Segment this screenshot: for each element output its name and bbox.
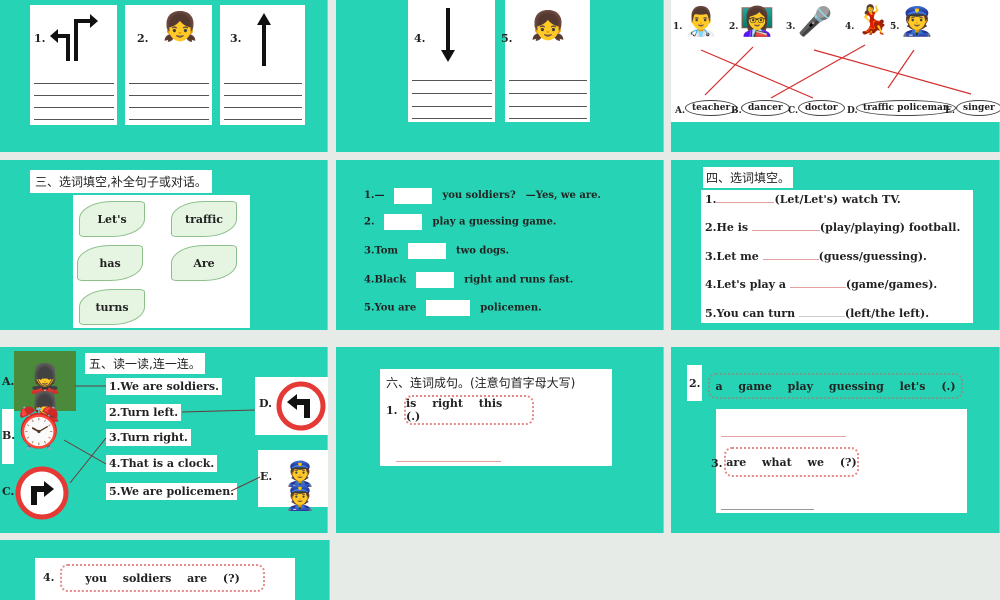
word-cloud-doctor: doctor [798, 100, 845, 116]
turn-left-sign-icon [276, 381, 326, 431]
exercise-panel: 1. (Let/Let's) watch TV. 2.He is (play/pl… [701, 190, 973, 323]
policemen-card: E. 👮👮 [258, 450, 328, 512]
section-title: 三、选词填空,补全句子或对话。 [30, 170, 212, 193]
word-leaf: traffic [171, 201, 237, 237]
question-number: 3. [711, 457, 723, 470]
word-cloud-teacher: teacher [685, 100, 738, 116]
turn-arrows-icon [50, 14, 98, 61]
slide-9[interactable]: 2. a game play guessing let's (.) 3. are… [671, 347, 1000, 533]
word-leaf: Let's [79, 201, 145, 237]
slide-1[interactable]: 1. 2. 👧 3. [0, 0, 328, 152]
question-number: 1. [386, 404, 398, 417]
answer-blank[interactable] [798, 316, 845, 317]
question-number: 4. [43, 571, 55, 584]
scrambled-words-4: you soldiers are (?) [60, 564, 265, 592]
sentence-1: 1.We are soldiers. [106, 378, 222, 395]
turn-left-sign-card: D. [255, 377, 328, 435]
pic-label-d: D. [259, 397, 272, 410]
answer-blank[interactable] [751, 230, 820, 231]
slide-3[interactable]: 1. 👨‍⚕️ 2. 👩‍🏫 3. 🎤 4. 💃 5. 👮 A. teacher… [671, 0, 1000, 152]
girl-waving-icon: 👧 [530, 9, 566, 42]
pic-label-e: E. [260, 470, 273, 483]
exercise-panel: 六、连词成句。(注意句首字母大写) 1. is right this (.) [380, 369, 612, 466]
section-title: 四、选词填空。 [703, 167, 794, 188]
answer-blank[interactable] [789, 287, 846, 288]
sentence-3: 3.Let me (guess/guessing). [705, 250, 927, 263]
picture-card-5: 5. 👧 [501, 0, 590, 122]
word-bank: Let's traffic has Are turns [73, 195, 250, 328]
word-leaf: Are [171, 245, 237, 281]
sentence-1: 1.— you soldiers? —Yes, we are. [364, 186, 601, 204]
answer-blank[interactable] [416, 272, 455, 288]
sentence-4: 4.That is a clock. [106, 455, 218, 472]
answer-blank[interactable] [762, 259, 819, 260]
answer-blank[interactable] [407, 243, 446, 259]
picture-card-4: 4. [408, 0, 495, 122]
soldiers-picture: 💂💂 [14, 351, 76, 421]
sentence-4: 4.Black right and runs fast. [364, 272, 573, 288]
answer-panel: 3. are what we (?) [711, 409, 967, 513]
item-number: 5. [501, 32, 513, 45]
sentence-3: 3.Tom two dogs. [364, 243, 509, 259]
word-cloud-traffic-policeman: traffic policeman [856, 100, 957, 116]
answer-blank[interactable] [426, 300, 471, 316]
alarm-clock-icon: ⏰ [14, 405, 64, 452]
turn-right-sign-icon [15, 466, 69, 520]
answer-blank[interactable] [716, 202, 775, 203]
scrambled-words-3: are what we (?) [724, 447, 859, 477]
answer-line[interactable] [396, 461, 501, 462]
slide-4[interactable]: 三、选词填空,补全句子或对话。 Let's traffic has Are tu… [0, 160, 328, 330]
sentence-1: 1. (Let/Let's) watch TV. [705, 193, 901, 206]
slide-8[interactable]: 六、连词成句。(注意句首字母大写) 1. is right this (.) [336, 347, 664, 533]
section-title: 五、读一读,连一连。 [85, 353, 205, 374]
word-leaf: has [77, 245, 143, 281]
answer-line[interactable] [721, 509, 814, 510]
word-cloud-dancer: dancer [741, 100, 790, 116]
answer-line[interactable] [721, 436, 846, 437]
section-title: 六、连词成句。(注意句首字母大写) [386, 376, 576, 390]
slide-7[interactable]: 💂💂 A. ⏰ B. C. 五、读一读,连一连。 1.We are soldie… [0, 347, 328, 533]
pic-label-a: A. [2, 375, 15, 388]
slide-6[interactable]: 四、选词填空。 1. (Let/Let's) watch TV. 2.He is … [671, 160, 1000, 330]
sentence-5: 5.You are policemen. [364, 300, 542, 316]
pic-label-b: B. [2, 429, 16, 442]
scrambled-words-2: a game play guessing let's (.) [708, 373, 963, 399]
item-number: 2. [137, 32, 149, 45]
sentence-2: 2.He is (play/playing) football. [705, 221, 961, 234]
item-number: 4. [414, 32, 426, 45]
sentence-2: 2.Turn left. [106, 404, 182, 421]
option-letter: C. [788, 106, 799, 116]
policemen-icon: 👮👮 [285, 459, 315, 512]
question-number: 2. [689, 377, 701, 390]
answer-blank[interactable] [394, 187, 433, 204]
picture-card-1: 1. [30, 5, 117, 125]
answer-blank[interactable] [384, 214, 423, 230]
option-letter: A. [675, 106, 686, 116]
picture-card-3: 3. [220, 5, 305, 125]
pic-label-c: C. [2, 485, 15, 498]
slide-2[interactable]: 4. 5. 👧 [336, 0, 664, 152]
girl-waving-icon: 👧 [162, 10, 198, 43]
sentence-2: 2. play a guessing game. [364, 214, 556, 230]
option-letter: E. [945, 106, 955, 116]
item-number: 3. [230, 32, 242, 45]
sentence-5: 5.You can turn (left/the left). [705, 307, 930, 320]
word-cloud-singer: singer [956, 100, 1000, 116]
up-arrow-icon [257, 13, 271, 66]
slide-5[interactable]: 1.— you soldiers? —Yes, we are. 2. play a … [336, 160, 664, 330]
sentence-3: 3.Turn right. [106, 429, 191, 446]
down-arrow-icon [441, 8, 455, 62]
picture-card-2: 2. 👧 [125, 5, 212, 125]
sentence-5: 5.We are policemen. [106, 483, 238, 500]
word-leaf: turns [79, 289, 145, 325]
sentence-4: 4.Let's play a (game/games). [705, 278, 938, 291]
exercise-panel: 4. you soldiers are (?) [35, 558, 295, 600]
slide-10[interactable]: 4. you soldiers are (?) [0, 540, 330, 600]
scrambled-words-1: is right this (.) [404, 395, 534, 425]
matching-panel: 1. 👨‍⚕️ 2. 👩‍🏫 3. 🎤 4. 💃 5. 👮 A. teacher… [671, 0, 1000, 122]
item-number: 1. [34, 32, 46, 45]
